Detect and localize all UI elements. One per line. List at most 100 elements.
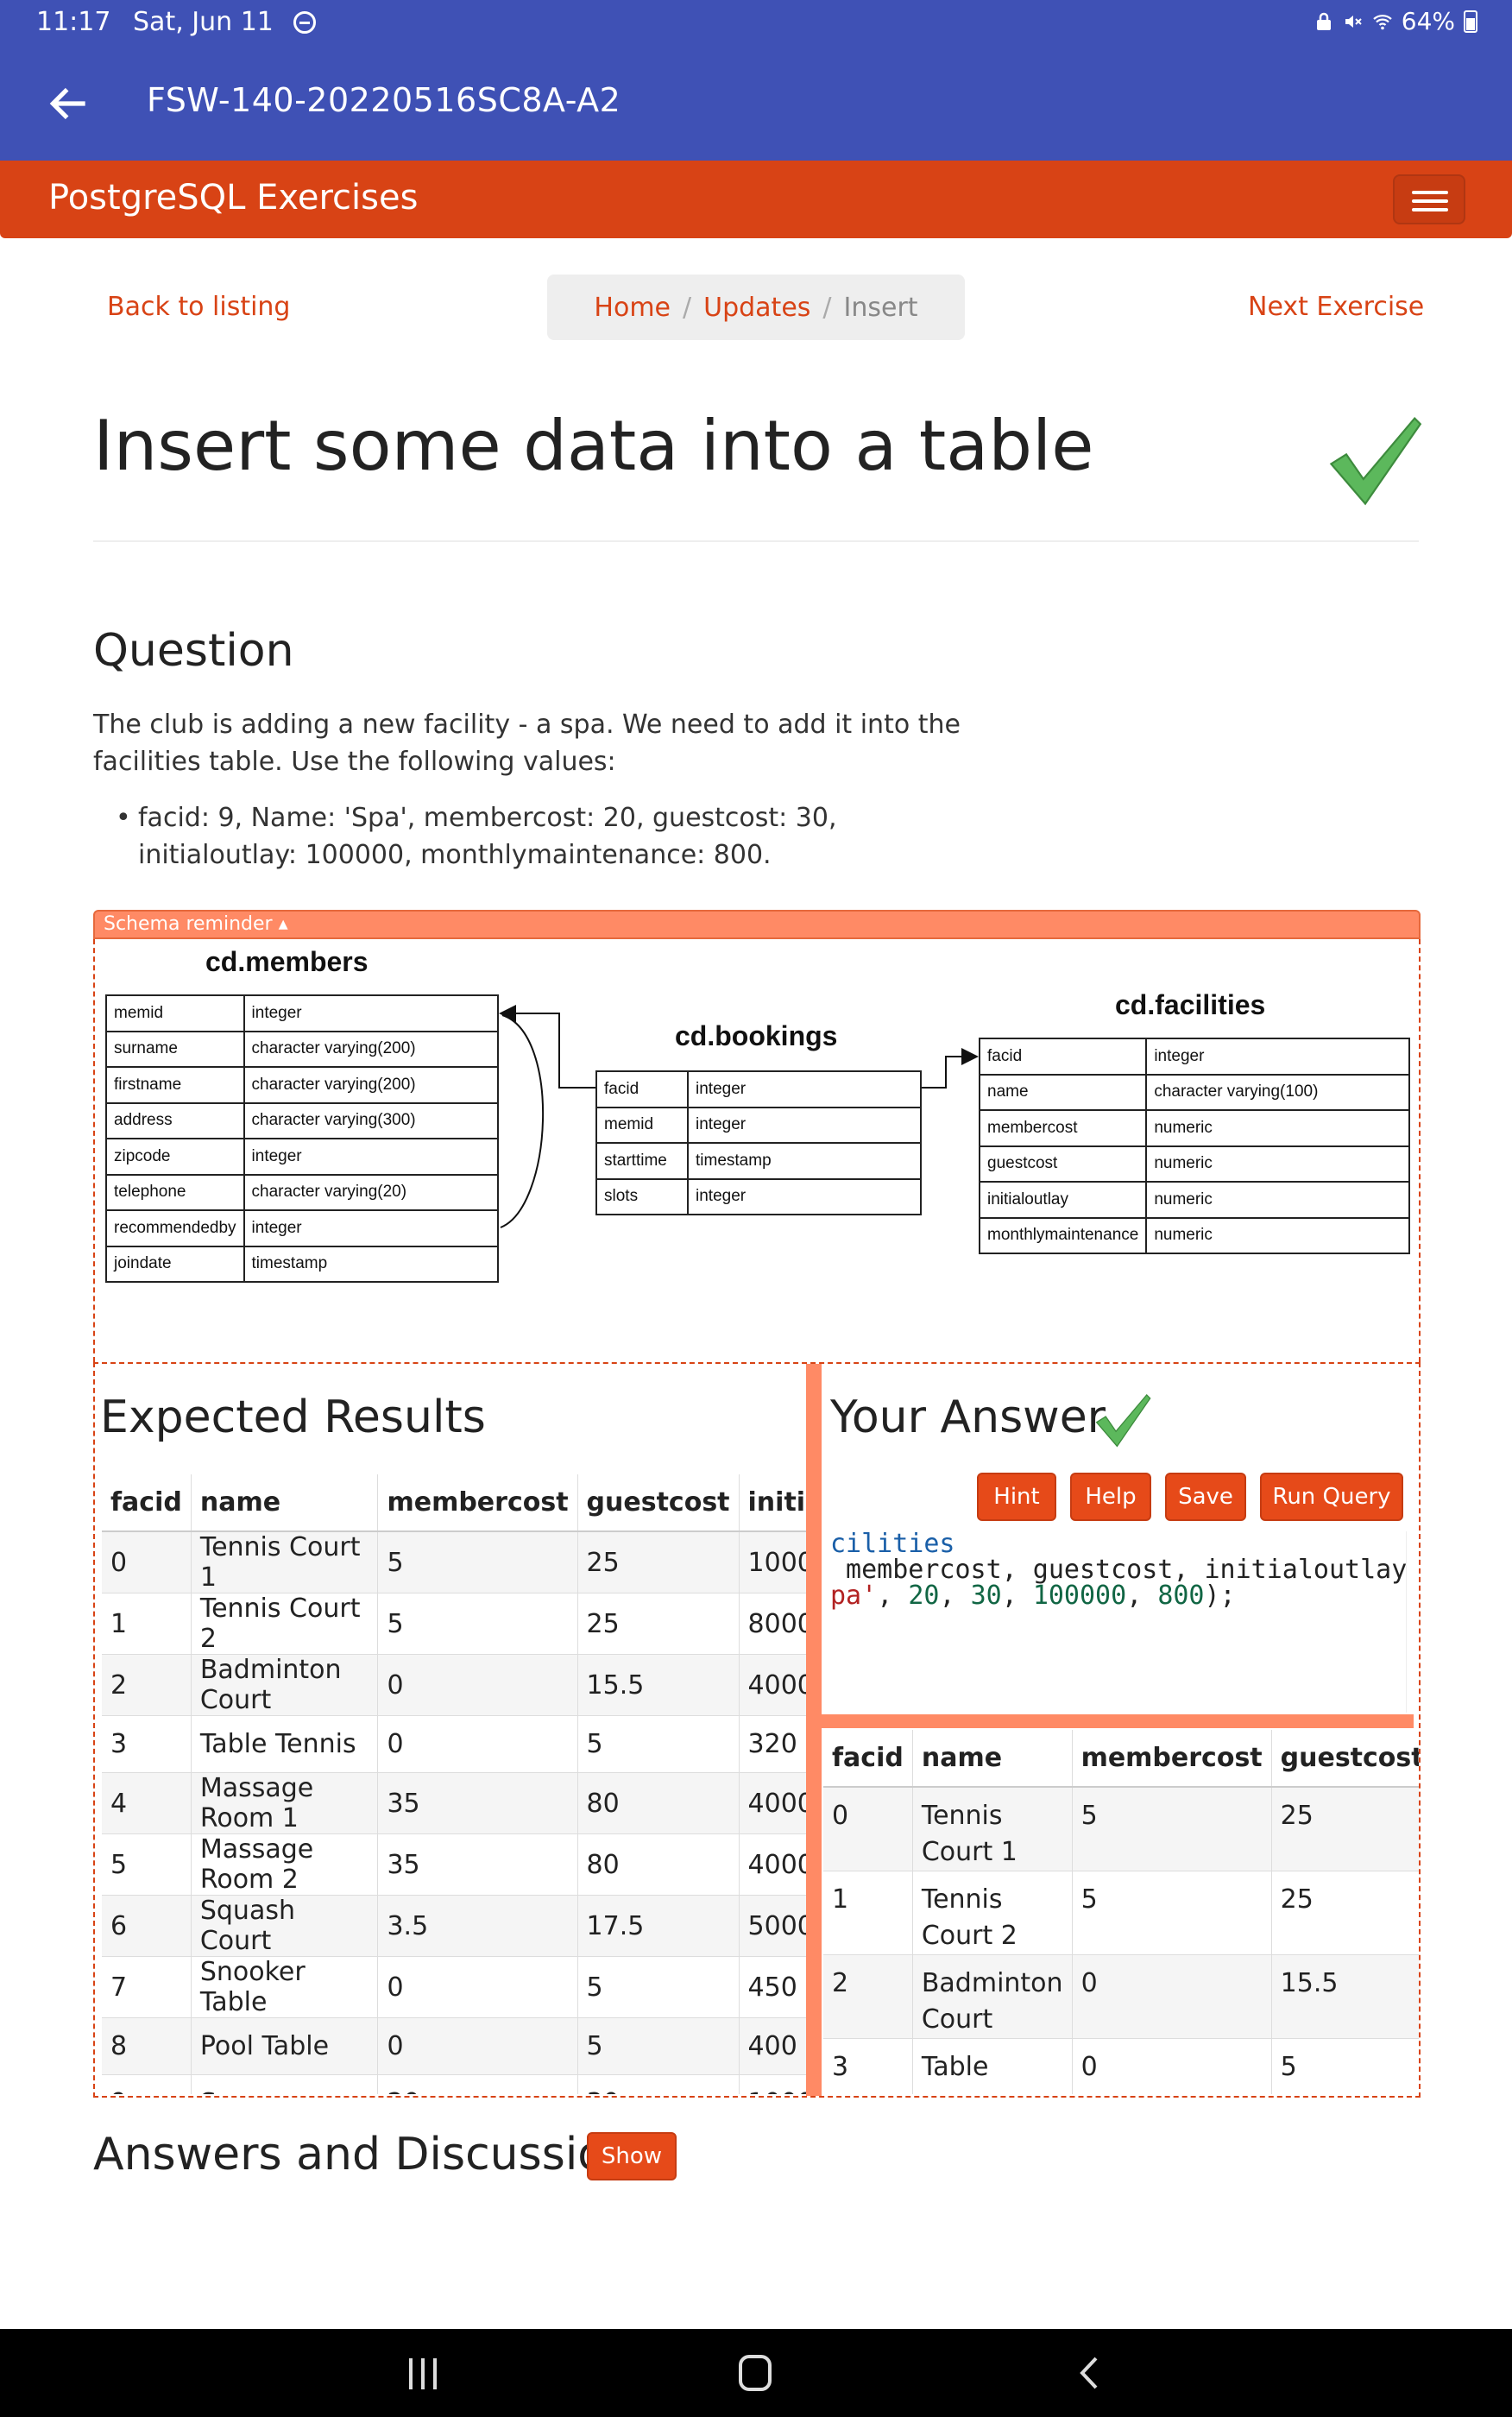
app-bar: FSW-140-20220516SC8A-A2 — [0, 45, 1512, 161]
save-button[interactable]: Save — [1165, 1473, 1246, 1521]
table-cell: 10000 — [739, 1531, 806, 1593]
show-discussion-button[interactable]: Show — [587, 2132, 677, 2180]
table-cell: 3 — [102, 1715, 192, 1773]
table-cell: Squash Court — [191, 1895, 379, 1957]
answer-results-scroll[interactable]: facidnamemembercostguestcostinitia 0Tenn… — [823, 1730, 1419, 2094]
sql-editor[interactable]: cilities membercost, guestcost, initialo… — [830, 1531, 1407, 1713]
table-cell: 0 — [1072, 2038, 1272, 2094]
help-button[interactable]: Help — [1070, 1473, 1151, 1521]
hint-button[interactable]: Hint — [977, 1473, 1056, 1521]
column-header: guestcost — [577, 1474, 740, 1532]
table-cell: 80 — [577, 1772, 740, 1834]
table-cell: 320 — [739, 1715, 806, 1773]
column-header: membercost — [377, 1474, 578, 1532]
values-list-item: facid: 9, Name: 'Spa', membercost: 20, g… — [116, 799, 967, 874]
table-cell: 20 — [377, 2074, 578, 2094]
expected-results-scroll[interactable]: facidnamemembercostguestcostinitialou 0T… — [102, 1474, 806, 2094]
next-exercise-link[interactable]: Next Exercise — [1248, 292, 1424, 322]
editor-line-3: pa', 20, 30, 100000, 800); — [830, 1583, 1406, 1609]
table-cell: 0 — [377, 2017, 578, 2075]
table-cell: Tennis Court 2 — [912, 1871, 1073, 1955]
table-row: 9Spa2030100000 — [102, 2074, 806, 2094]
schema-diagram: cd.members memid integer surname character … — [93, 939, 1421, 1362]
horizontal-splitter[interactable] — [822, 1714, 1414, 1728]
breadcrumb-separator: / — [683, 292, 692, 323]
table-row: 8 Pool Table 0 5 400 — [102, 2017, 806, 2075]
table-cell: 15.5 — [1271, 1954, 1419, 2039]
column-header: name — [912, 1730, 1073, 1788]
editor-number-token: 30 — [970, 1581, 1002, 1611]
table-cell: 6 — [102, 1895, 192, 1957]
table-cell: 9 — [102, 2074, 192, 2094]
menu-toggle-button[interactable] — [1393, 174, 1465, 224]
status-time: 11:17 — [36, 7, 111, 37]
editor-punct: , — [877, 1581, 909, 1611]
column-header: name — [191, 1474, 379, 1532]
table-cell: 5000 — [739, 1895, 806, 1957]
column-header: facid — [102, 1474, 192, 1532]
table-row: 0Tennis Court 152510000 — [102, 1531, 806, 1593]
table-cell: 35 — [377, 1833, 578, 1896]
schema-reminder-toggle[interactable]: Schema reminder ▴ — [93, 910, 1421, 939]
hamburger-icon-bar — [1412, 208, 1448, 211]
battery-icon — [1464, 9, 1477, 33]
values-list: facid: 9, Name: 'Spa', membercost: 20, g… — [116, 799, 967, 874]
recent-apps-icon[interactable] — [407, 2358, 438, 2389]
site-navbar: PostgreSQL Exercises — [0, 161, 1512, 238]
recent-apps-icon-bar — [433, 2358, 437, 2389]
table-cell: 4 — [102, 1772, 192, 1834]
table-cell: 1 — [102, 1593, 192, 1655]
vertical-splitter[interactable] — [806, 1364, 822, 2096]
editor-number-token: 20 — [908, 1581, 940, 1611]
answer-results-table: facidnamemembercostguestcostinitia 0Tenn… — [823, 1730, 1419, 2094]
table-cell: Massage Room 2 — [191, 1833, 379, 1896]
breadcrumb-home[interactable]: Home — [594, 293, 671, 323]
column-header: initialou — [739, 1474, 806, 1532]
question-heading: Question — [93, 625, 294, 677]
column-header: membercost — [1072, 1730, 1272, 1788]
answers-discussion-heading: Answers and Discussion — [93, 2129, 634, 2180]
lock-icon — [1316, 12, 1331, 30]
table-cell: 5 — [377, 1531, 578, 1593]
table-row: 0Tennis Court 15251000 — [823, 1787, 1419, 1871]
editor-string-token: pa' — [830, 1581, 878, 1611]
table-row: 6 Squash Court 3.5 17.5 5000 — [102, 1895, 806, 1957]
table-cell: 5 — [377, 1593, 578, 1655]
breadcrumb-updates[interactable]: Updates — [703, 293, 810, 323]
editor-punct: , — [1126, 1581, 1158, 1611]
do-not-disturb-icon — [293, 11, 317, 34]
site-brand[interactable]: PostgreSQL Exercises — [48, 178, 418, 218]
back-to-listing-link[interactable]: Back to listing — [107, 292, 290, 322]
wifi-icon — [1373, 14, 1392, 29]
table-row: 1Tennis Court 25258000 — [823, 1871, 1419, 1955]
question-text: The club is adding a new facility - a sp… — [93, 710, 961, 777]
table-cell: 0 — [377, 1715, 578, 1773]
table-cell: 8 — [102, 2017, 192, 2075]
table-row: 3 Table Tennis 0 5 320 — [102, 1715, 806, 1773]
table-cell: 4000 — [739, 1772, 806, 1834]
table-cell: Badminton Court — [912, 1954, 1073, 2039]
table-cell: Tennis Court 1 — [912, 1787, 1073, 1871]
table-cell: Badminton Court — [191, 1654, 379, 1716]
table-row: 2Badminton Court015.54000 — [102, 1654, 806, 1716]
table-cell: Spa — [191, 2074, 379, 2094]
table-row: 1Tennis Court 25258000 — [102, 1593, 806, 1655]
table-cell: Table — [912, 2038, 1073, 2094]
hamburger-icon-bar — [1412, 191, 1448, 194]
table-cell: 5 — [577, 2017, 740, 2075]
table-cell: 25 — [1271, 1871, 1419, 1955]
table-cell: 450 — [739, 1956, 806, 2018]
table-cell: 1 — [823, 1871, 913, 1955]
home-icon[interactable] — [739, 2355, 772, 2391]
table-cell: 100000 — [739, 2074, 806, 2094]
table-row: 5 Massage Room 2 35 80 4000 — [102, 1833, 806, 1896]
table-row: 4 Massage Room 1 35 80 4000 — [102, 1772, 806, 1834]
table-row: 2Badminton Court015.54000 — [823, 1954, 1419, 2039]
nav-back-icon[interactable] — [1075, 2355, 1101, 2391]
table-cell: Massage Room 1 — [191, 1772, 379, 1834]
run-query-button[interactable]: Run Query — [1260, 1473, 1403, 1521]
recent-apps-icon-bar — [409, 2358, 413, 2389]
table-cell: 2 — [823, 1954, 913, 2039]
table-cell: Snooker Table — [191, 1956, 379, 2018]
back-arrow-icon[interactable] — [45, 79, 93, 128]
